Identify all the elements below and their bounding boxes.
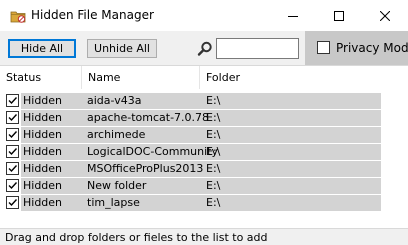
- checkmark-icon: [8, 199, 18, 207]
- maximize-button[interactable]: [316, 0, 362, 31]
- status-bar: Drag and drop folders or fieles to the l…: [0, 228, 408, 245]
- privacy-mode-panel: Privacy Mode: [305, 31, 408, 65]
- window-title: Hidden File Manager: [31, 8, 154, 22]
- maximize-icon: [334, 10, 344, 21]
- row-status: Hidden: [23, 145, 63, 158]
- row-status: Hidden: [23, 128, 63, 141]
- row-checkbox[interactable]: [6, 94, 19, 107]
- row-name: archimede: [87, 128, 146, 141]
- checkmark-icon: [8, 182, 18, 190]
- row-folder: E:\: [206, 111, 221, 124]
- row-status: Hidden: [23, 179, 63, 192]
- checkmark-icon: [8, 114, 18, 122]
- list-item[interactable]: Hidden tim_lapse E:\: [0, 195, 408, 212]
- checkmark-icon: [8, 148, 18, 156]
- row-highlight: [21, 127, 381, 143]
- row-folder: E:\: [206, 162, 221, 175]
- search-icon: [197, 41, 213, 57]
- row-highlight: [21, 93, 381, 109]
- search-input[interactable]: [216, 38, 299, 59]
- list-item[interactable]: Hidden MSOfficeProPlus2013 E:\: [0, 161, 408, 178]
- column-header-status[interactable]: Status: [0, 66, 82, 89]
- row-highlight: [21, 195, 381, 211]
- column-header-name[interactable]: Name: [82, 66, 200, 89]
- checkmark-icon: [8, 131, 18, 139]
- row-highlight: [21, 178, 381, 194]
- row-checkbox[interactable]: [6, 128, 19, 141]
- row-folder: E:\: [206, 179, 221, 192]
- privacy-mode-checkbox[interactable]: [317, 41, 330, 54]
- column-header-folder[interactable]: Folder: [200, 66, 408, 89]
- row-folder: E:\: [206, 196, 221, 209]
- privacy-mode-label: Privacy Mode: [336, 41, 408, 55]
- row-status: Hidden: [23, 94, 63, 107]
- row-name: aida-v43a: [87, 94, 142, 107]
- checkmark-icon: [8, 165, 18, 173]
- list-item[interactable]: Hidden archimede E:\: [0, 127, 408, 144]
- row-checkbox[interactable]: [6, 179, 19, 192]
- row-checkbox[interactable]: [6, 162, 19, 175]
- close-icon: [380, 10, 390, 21]
- unhide-all-button[interactable]: Unhide All: [87, 39, 157, 58]
- title-bar: Hidden File Manager: [0, 0, 408, 31]
- row-status: Hidden: [23, 162, 63, 175]
- close-button[interactable]: [362, 0, 408, 31]
- row-folder: E:\: [206, 128, 221, 141]
- row-name: MSOfficeProPlus2013: [87, 162, 204, 175]
- list-item[interactable]: Hidden LogicalDOC-Community E:\: [0, 144, 408, 161]
- minimize-button[interactable]: [270, 0, 316, 31]
- list-item[interactable]: Hidden apache-tomcat-7.0.78 E:\: [0, 110, 408, 127]
- row-checkbox[interactable]: [6, 145, 19, 158]
- hide-all-button[interactable]: Hide All: [8, 39, 76, 58]
- row-status: Hidden: [23, 196, 63, 209]
- row-name: apache-tomcat-7.0.78: [87, 111, 210, 124]
- row-name: LogicalDOC-Community: [87, 145, 218, 158]
- row-checkbox[interactable]: [6, 196, 19, 209]
- app-icon: [10, 8, 26, 24]
- row-folder: E:\: [206, 94, 221, 107]
- file-list[interactable]: Status Name Folder Hidden aida-v43a E:\ Hid…: [0, 65, 408, 229]
- list-item[interactable]: Hidden aida-v43a E:\: [0, 93, 408, 110]
- list-item[interactable]: Hidden New folder E:\: [0, 178, 408, 195]
- row-folder: E:\: [206, 145, 221, 158]
- row-status: Hidden: [23, 111, 63, 124]
- row-name: tim_lapse: [87, 196, 140, 209]
- row-name: New folder: [87, 179, 147, 192]
- row-checkbox[interactable]: [6, 111, 19, 124]
- minimize-icon: [288, 15, 298, 17]
- status-text: Drag and drop folders or fieles to the l…: [5, 231, 268, 244]
- checkmark-icon: [8, 97, 18, 105]
